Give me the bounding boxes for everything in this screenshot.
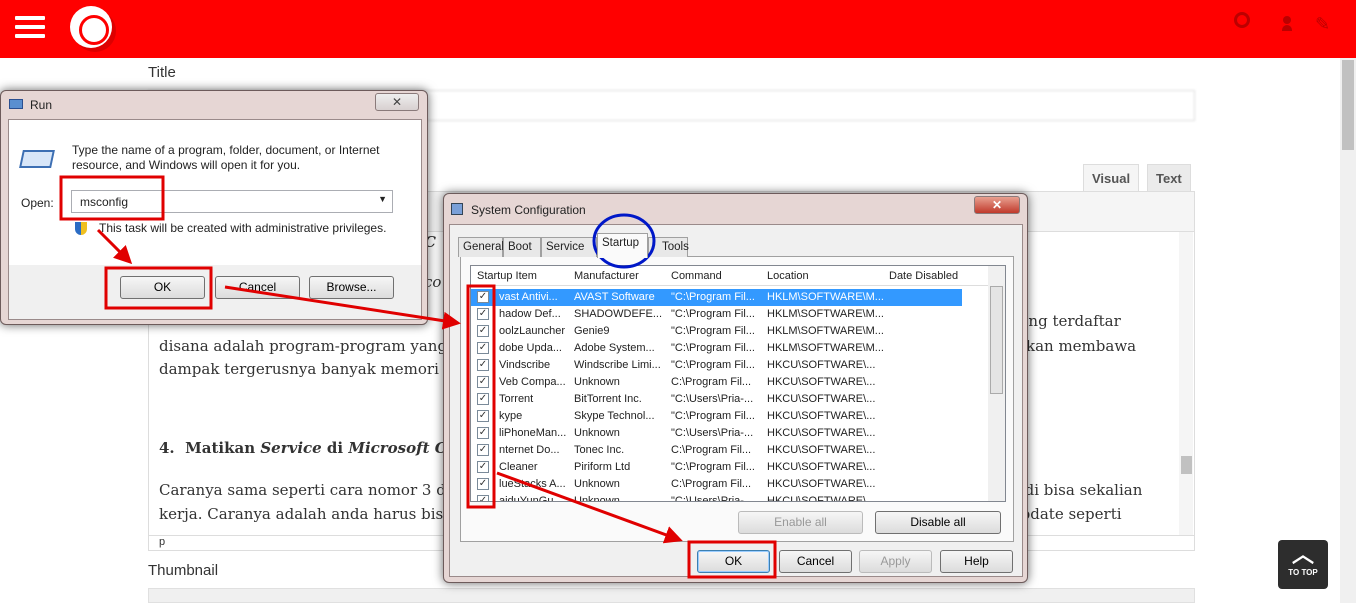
highlight-sysconfig-ok [687,540,777,579]
annotation-arrow [96,228,133,265]
annotation-arrow [496,471,683,544]
highlight-run-ok [104,266,213,310]
annotation-arrow [224,285,461,330]
highlight-checkboxes [466,284,496,509]
tab-startup[interactable]: Startup [597,233,648,258]
highlight-msconfig [59,175,165,221]
annotation-overlay [59,175,777,579]
